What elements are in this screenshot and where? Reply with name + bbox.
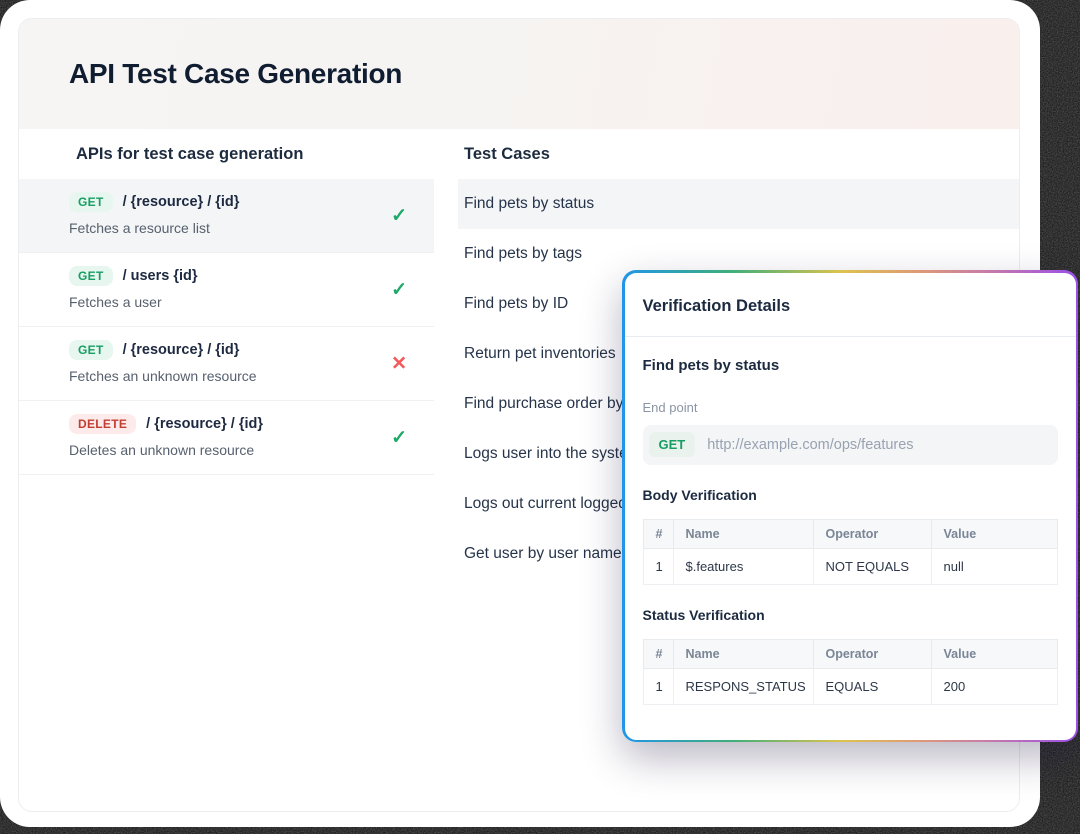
verification-panel-title: Verification Details: [625, 273, 1076, 337]
api-list-item[interactable]: GET / {resource} / {id} Fetches an unkno…: [19, 327, 434, 401]
table-header-row: # Name Operator Value: [643, 519, 1057, 548]
test-case-label: Find pets by status: [464, 195, 594, 213]
check-icon: ✓: [391, 280, 407, 299]
body-verification-table: # Name Operator Value 1 $.features NOT E…: [643, 519, 1058, 585]
api-list-item[interactable]: DELETE / {resource} / {id} Deletes an un…: [19, 401, 434, 475]
col-header-operator: Operator: [813, 519, 931, 548]
page-title: API Test Case Generation: [69, 58, 402, 90]
test-case-row[interactable]: Find pets by status: [458, 179, 1019, 229]
test-case-label: Get user by user name: [464, 545, 622, 563]
col-header-name: Name: [673, 639, 813, 668]
api-item-line: GET / {resource} / {id}: [69, 340, 434, 360]
col-header-value: Value: [931, 639, 1057, 668]
api-list-title: APIs for test case generation: [19, 129, 434, 179]
api-path: / users {id}: [123, 268, 198, 284]
test-case-label: Find pets by tags: [464, 245, 582, 263]
verification-panel-body: Find pets by status End point GET http:/…: [625, 337, 1076, 725]
x-icon: ✕: [391, 354, 407, 373]
api-list-column: APIs for test case generation GET / {res…: [19, 129, 434, 579]
cell-name: RESPONS_STATUS: [673, 668, 813, 704]
cell-operator: NOT EQUALS: [813, 548, 931, 584]
method-badge: DELETE: [69, 414, 136, 434]
test-cases-title: Test Cases: [458, 129, 1019, 179]
endpoint-field[interactable]: GET http://example.com/ops/features: [643, 425, 1058, 465]
col-header-num: #: [643, 639, 673, 668]
body-verification-title: Body Verification: [643, 487, 1058, 503]
table-row: 1 RESPONS_STATUS EQUALS 200: [643, 668, 1057, 704]
cell-operator: EQUALS: [813, 668, 931, 704]
method-badge: GET: [69, 340, 113, 360]
card-header: API Test Case Generation: [19, 19, 1019, 129]
col-header-operator: Operator: [813, 639, 931, 668]
api-description: Fetches a resource list: [69, 220, 434, 236]
cell-value: null: [931, 548, 1057, 584]
method-badge: GET: [69, 192, 113, 212]
api-list-item[interactable]: GET / {resource} / {id} Fetches a resour…: [19, 179, 434, 253]
cell-num: 1: [643, 668, 673, 704]
verification-panel-inner: Verification Details Find pets by status…: [625, 273, 1076, 740]
api-item-line: GET / {resource} / {id}: [69, 192, 434, 212]
cell-name: $.features: [673, 548, 813, 584]
col-header-name: Name: [673, 519, 813, 548]
endpoint-label: End point: [643, 400, 1058, 415]
check-icon: ✓: [391, 428, 407, 447]
test-case-label: Find pets by ID: [464, 295, 568, 313]
status-verification-table: # Name Operator Value 1 RESPONS_STATUS E…: [643, 639, 1058, 705]
api-path: / {resource} / {id}: [123, 194, 240, 210]
check-icon: ✓: [391, 206, 407, 225]
cell-num: 1: [643, 548, 673, 584]
test-case-label: Find purchase order by ID: [464, 395, 643, 413]
verification-panel: Verification Details Find pets by status…: [622, 270, 1078, 742]
api-path: / {resource} / {id}: [123, 342, 240, 358]
api-description: Fetches an unknown resource: [69, 368, 434, 384]
cell-value: 200: [931, 668, 1057, 704]
endpoint-method-badge: GET: [649, 432, 696, 457]
test-case-label: Return pet inventories: [464, 345, 616, 363]
endpoint-url: http://example.com/ops/features: [707, 437, 913, 453]
table-header-row: # Name Operator Value: [643, 639, 1057, 668]
method-badge: GET: [69, 266, 113, 286]
verification-test-name: Find pets by status: [643, 357, 1058, 374]
col-header-value: Value: [931, 519, 1057, 548]
api-item-line: GET / users {id}: [69, 266, 434, 286]
api-item-line: DELETE / {resource} / {id}: [69, 414, 434, 434]
api-list-item[interactable]: GET / users {id} Fetches a user ✓: [19, 253, 434, 327]
api-description: Deletes an unknown resource: [69, 442, 434, 458]
col-header-num: #: [643, 519, 673, 548]
api-description: Fetches a user: [69, 294, 434, 310]
test-case-label: Logs user into the system: [464, 445, 641, 463]
status-verification-title: Status Verification: [643, 607, 1058, 623]
table-row: 1 $.features NOT EQUALS null: [643, 548, 1057, 584]
api-path: / {resource} / {id}: [146, 416, 263, 432]
